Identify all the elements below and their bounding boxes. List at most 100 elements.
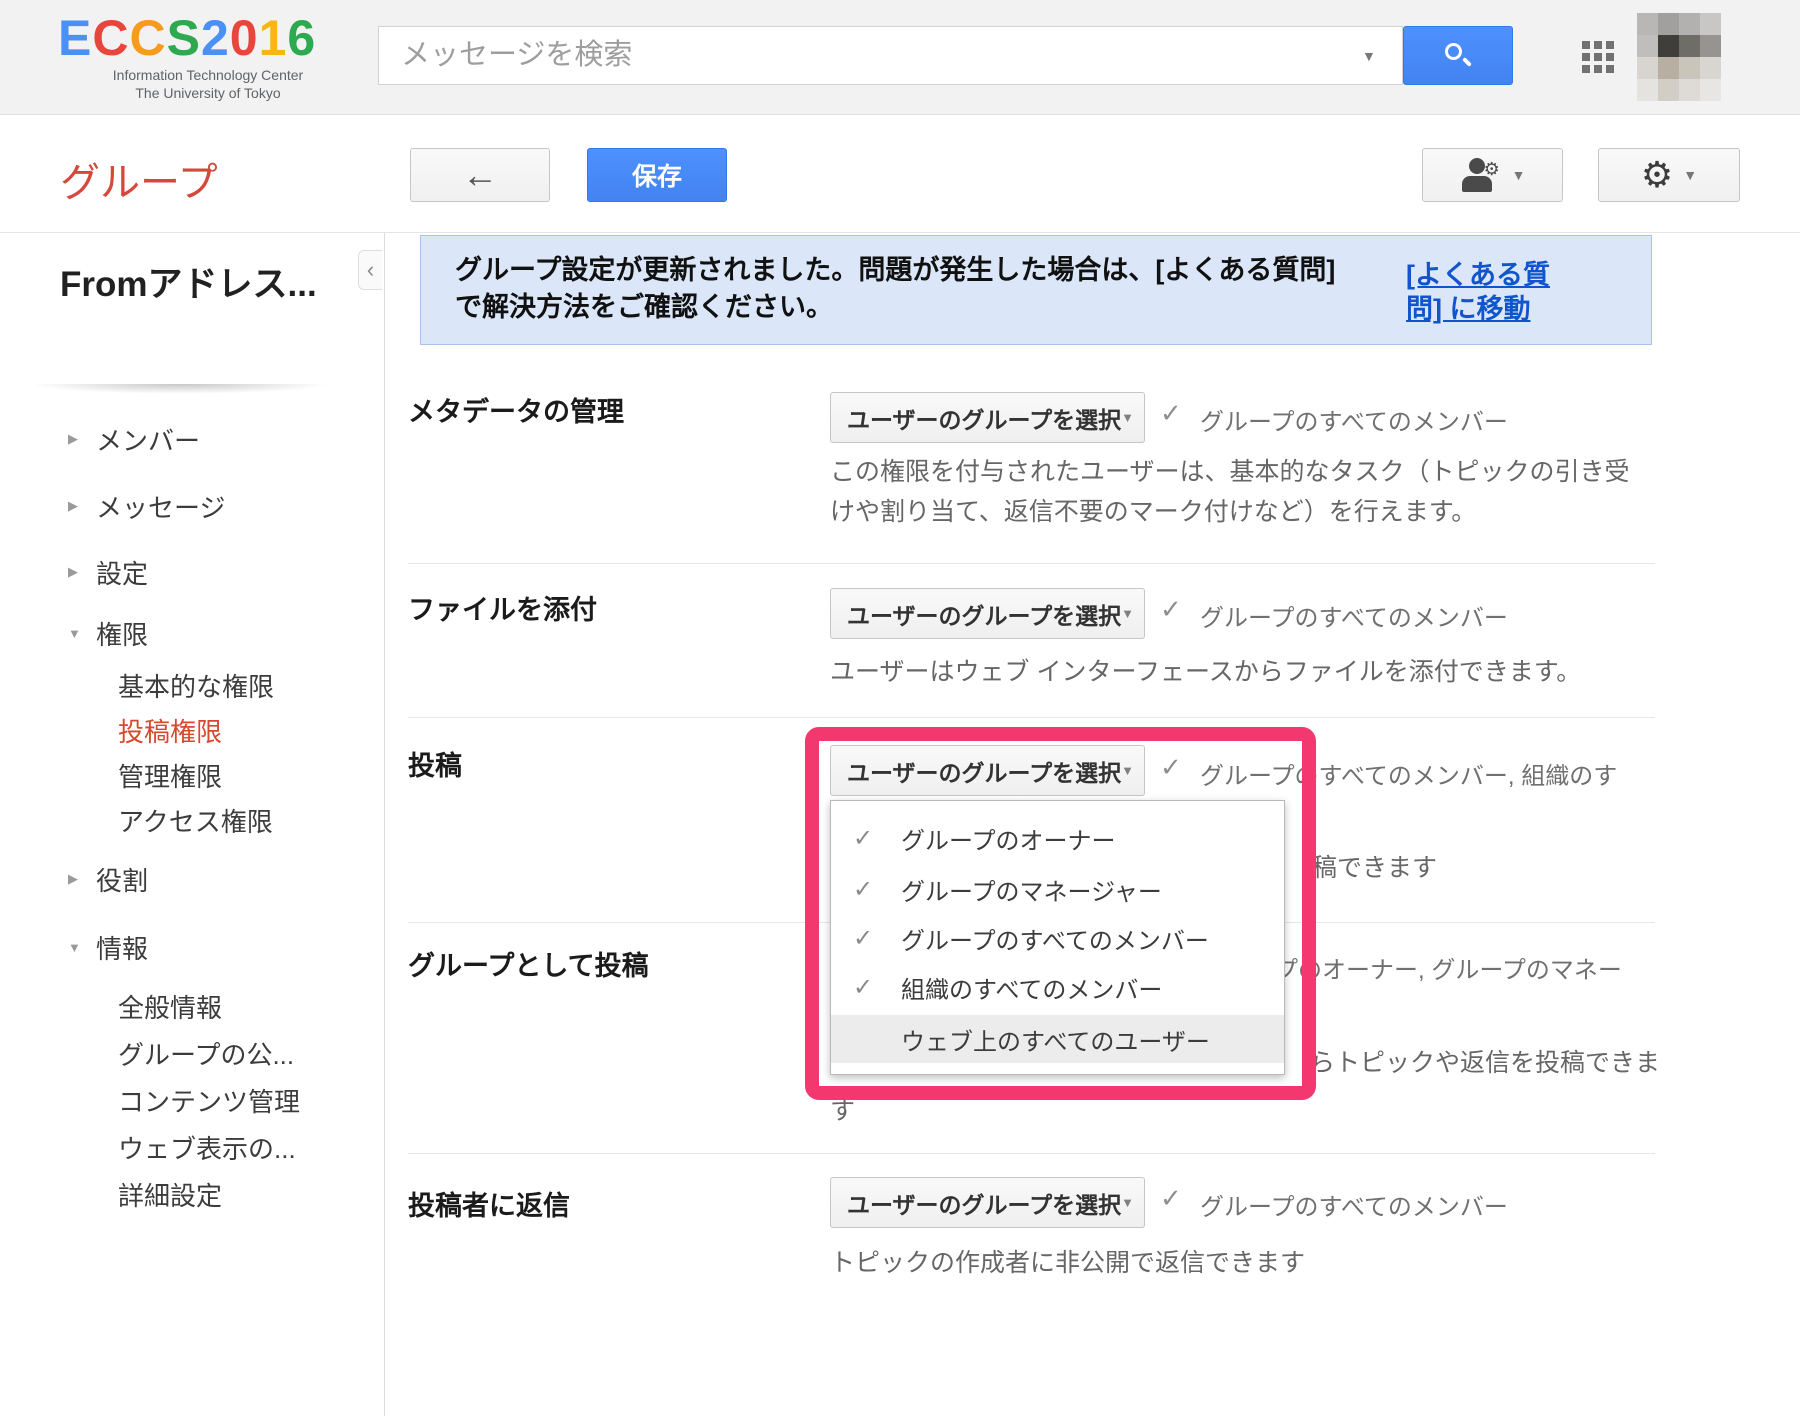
settings-actions-button[interactable]: ⚙ ▼ [1598, 148, 1740, 202]
sidebar-item-basic-permissions[interactable]: 基本的な権限 [0, 668, 274, 702]
eccs-logo: ECCS2016 Information Technology Center T… [58, 10, 358, 102]
reply-group-select-dropdown[interactable]: ユーザーのグループを選択 ▼ [830, 1177, 1145, 1228]
expand-arrow-icon: ▶ [68, 498, 96, 514]
expand-arrow-icon: ▶ [68, 431, 96, 447]
description-line: この権限を付与されたユーザーは、基本的なタスク（トピックの引き受 [830, 452, 1630, 492]
caret-down-icon: ▼ [1121, 1195, 1134, 1210]
post-as-group-selected-value: プのオーナー, グループのマネー [1274, 957, 1622, 984]
banner-line-2: で解決方法をご確認ください。 [455, 289, 1335, 326]
sidebar-collapse-button[interactable]: ‹ [358, 250, 382, 290]
sidebar-item-label: 管理権限 [118, 757, 222, 794]
back-button[interactable]: ← [410, 148, 550, 202]
check-icon: ✓ [853, 824, 901, 853]
sidebar-item-access-permissions[interactable]: アクセス権限 [0, 803, 273, 837]
update-notice-banner: グループ設定が更新されました。問題が発生した場合は、[よくある質問] で解決方法… [420, 235, 1652, 345]
attach-selected-value: グループのすべてのメンバー [1200, 598, 1508, 633]
sidebar-item-members[interactable]: ▶メンバー [0, 422, 200, 456]
sidebar-item-content-control[interactable]: コンテンツ管理 [0, 1083, 300, 1117]
post-as-group-description-fragment: らトピックや返信を投稿できま [1310, 1046, 1660, 1080]
check-icon: ✓ [853, 973, 901, 1002]
sidebar-item-posting-permissions[interactable]: 投稿権限 [0, 713, 222, 747]
check-icon: ✓ [1160, 1183, 1182, 1214]
menu-item-label: ウェブ上のすべてのユーザー [901, 1022, 1210, 1057]
post-as-group-description-overflow: す [830, 1094, 855, 1128]
menu-item-label: グループのすべてのメンバー [901, 921, 1209, 956]
post-selected-value-clip: グループのすべてのメンバー, 組織のす [1200, 756, 1658, 790]
logo-letter: 2 [201, 10, 230, 66]
sidebar-item-label: 設定 [96, 554, 148, 591]
sidebar-title-shadow [0, 384, 360, 397]
collapse-arrow-icon: ▼ [68, 940, 96, 955]
eccs-logo-text: ECCS2016 [58, 10, 358, 66]
save-button[interactable]: 保存 [587, 148, 727, 202]
search-options-caret-icon[interactable]: ▼ [1362, 48, 1402, 64]
sidebar-item-label: メンバー [96, 421, 200, 458]
menu-item-all-web-users[interactable]: ウェブ上のすべてのユーザー [831, 1015, 1284, 1063]
faq-link[interactable]: [よくある質 問] に移動 [1406, 258, 1636, 326]
apps-grid-icon[interactable] [1582, 41, 1614, 73]
sidebar-item-general-info[interactable]: 全般情報 [0, 989, 222, 1023]
row-label-post: 投稿 [408, 744, 462, 783]
sidebar-item-label: 基本的な権限 [118, 667, 274, 704]
divider [408, 717, 1655, 718]
faq-link-line-2: 問] に移動 [1406, 292, 1636, 326]
sidebar-item-label: コンテンツ管理 [118, 1082, 300, 1119]
attach-group-select-dropdown[interactable]: ユーザーのグループを選択 ▼ [830, 588, 1145, 639]
description-line: けや割り当て、返信不要のマーク付けなど）を行えます。 [830, 492, 1630, 532]
logo-letter: 0 [230, 10, 259, 66]
header-divider [0, 232, 1800, 233]
row-label-reply-to-author: 投稿者に返信 [408, 1184, 570, 1223]
logo-letter: 6 [287, 10, 316, 66]
dropdown-label: ユーザーのグループを選択 [847, 754, 1121, 788]
sidebar-item-web-view[interactable]: ウェブ表示の... [0, 1130, 296, 1164]
post-group-select-dropdown[interactable]: ユーザーのグループを選択 ▼ [830, 745, 1145, 796]
sidebar-item-information[interactable]: ▼情報 [0, 930, 148, 964]
banner-line-1: グループ設定が更新されました。問題が発生した場合は、[よくある質問] [455, 252, 1335, 289]
row-label-post-as-group: グループとして投稿 [408, 944, 649, 983]
sidebar-item-group-visibility[interactable]: グループの公... [0, 1036, 294, 1070]
check-icon: ✓ [1160, 594, 1182, 625]
menu-item-all-group-members[interactable]: ✓グループのすべてのメンバー [831, 915, 1284, 961]
sidebar-item-label: 詳細設定 [118, 1176, 222, 1213]
sidebar-item-permissions[interactable]: ▼権限 [0, 616, 148, 650]
caret-down-icon: ▼ [1121, 763, 1134, 778]
sidebar-item-advanced-settings[interactable]: 詳細設定 [0, 1177, 222, 1211]
search-button[interactable] [1403, 26, 1513, 85]
faq-link-line-1: [よくある質 [1406, 258, 1636, 292]
dropdown-label: ユーザーのグループを選択 [847, 597, 1121, 631]
members-actions-button[interactable]: ⚙ ▼ [1422, 148, 1563, 202]
post-description-fragment: 稿できます [1312, 851, 1437, 885]
sidebar-item-label: 全般情報 [118, 988, 222, 1025]
sidebar-border [384, 233, 385, 1416]
collapse-arrow-icon: ▼ [68, 626, 96, 641]
avatar[interactable] [1637, 13, 1721, 101]
logo-subtitle-2: The University of Tokyo [58, 84, 358, 102]
search-input[interactable] [379, 27, 1362, 84]
logo-letter: C [92, 10, 129, 66]
metadata-group-select-dropdown[interactable]: ユーザーのグループを選択 ▼ [830, 392, 1145, 443]
dropdown-label: ユーザーのグループを選択 [847, 401, 1121, 435]
check-icon: ✓ [853, 924, 901, 953]
sidebar-item-messages[interactable]: ▶メッセージ [0, 489, 225, 523]
menu-item-all-org-members[interactable]: ✓組織のすべてのメンバー [831, 964, 1284, 1010]
sidebar-item-roles[interactable]: ▶役割 [0, 862, 148, 896]
sidebar-item-moderation-permissions[interactable]: 管理権限 [0, 758, 222, 792]
search-icon [1443, 41, 1473, 71]
sidebar-item-label: アクセス権限 [118, 802, 273, 839]
caret-down-icon: ▼ [1121, 410, 1134, 425]
post-selected-value: グループのすべてのメンバー, 組織のす [1200, 763, 1617, 790]
page: ECCS2016 Information Technology Center T… [0, 0, 1800, 1416]
row-label-attach: ファイルを添付 [408, 588, 597, 627]
attach-description: ユーザーはウェブ インターフェースからファイルを添付できます。 [830, 652, 1581, 692]
collapse-chevron-icon: ‹ [367, 257, 374, 283]
sidebar-item-settings[interactable]: ▶設定 [0, 555, 148, 589]
post-permission-menu: ✓グループのオーナー ✓グループのマネージャー ✓グループのすべてのメンバー ✓… [830, 800, 1285, 1075]
sidebar-item-label: 権限 [96, 615, 148, 652]
sidebar-item-label: メッセージ [96, 488, 225, 525]
menu-item-group-managers[interactable]: ✓グループのマネージャー [831, 866, 1284, 912]
menu-item-label: 組織のすべてのメンバー [901, 970, 1162, 1005]
caret-down-icon: ▼ [1683, 167, 1697, 183]
menu-item-group-owners[interactable]: ✓グループのオーナー [831, 815, 1284, 861]
back-arrow-icon: ← [462, 157, 498, 193]
post-as-group-selected-clip: プのオーナー, グループのマネー [1274, 950, 1658, 984]
